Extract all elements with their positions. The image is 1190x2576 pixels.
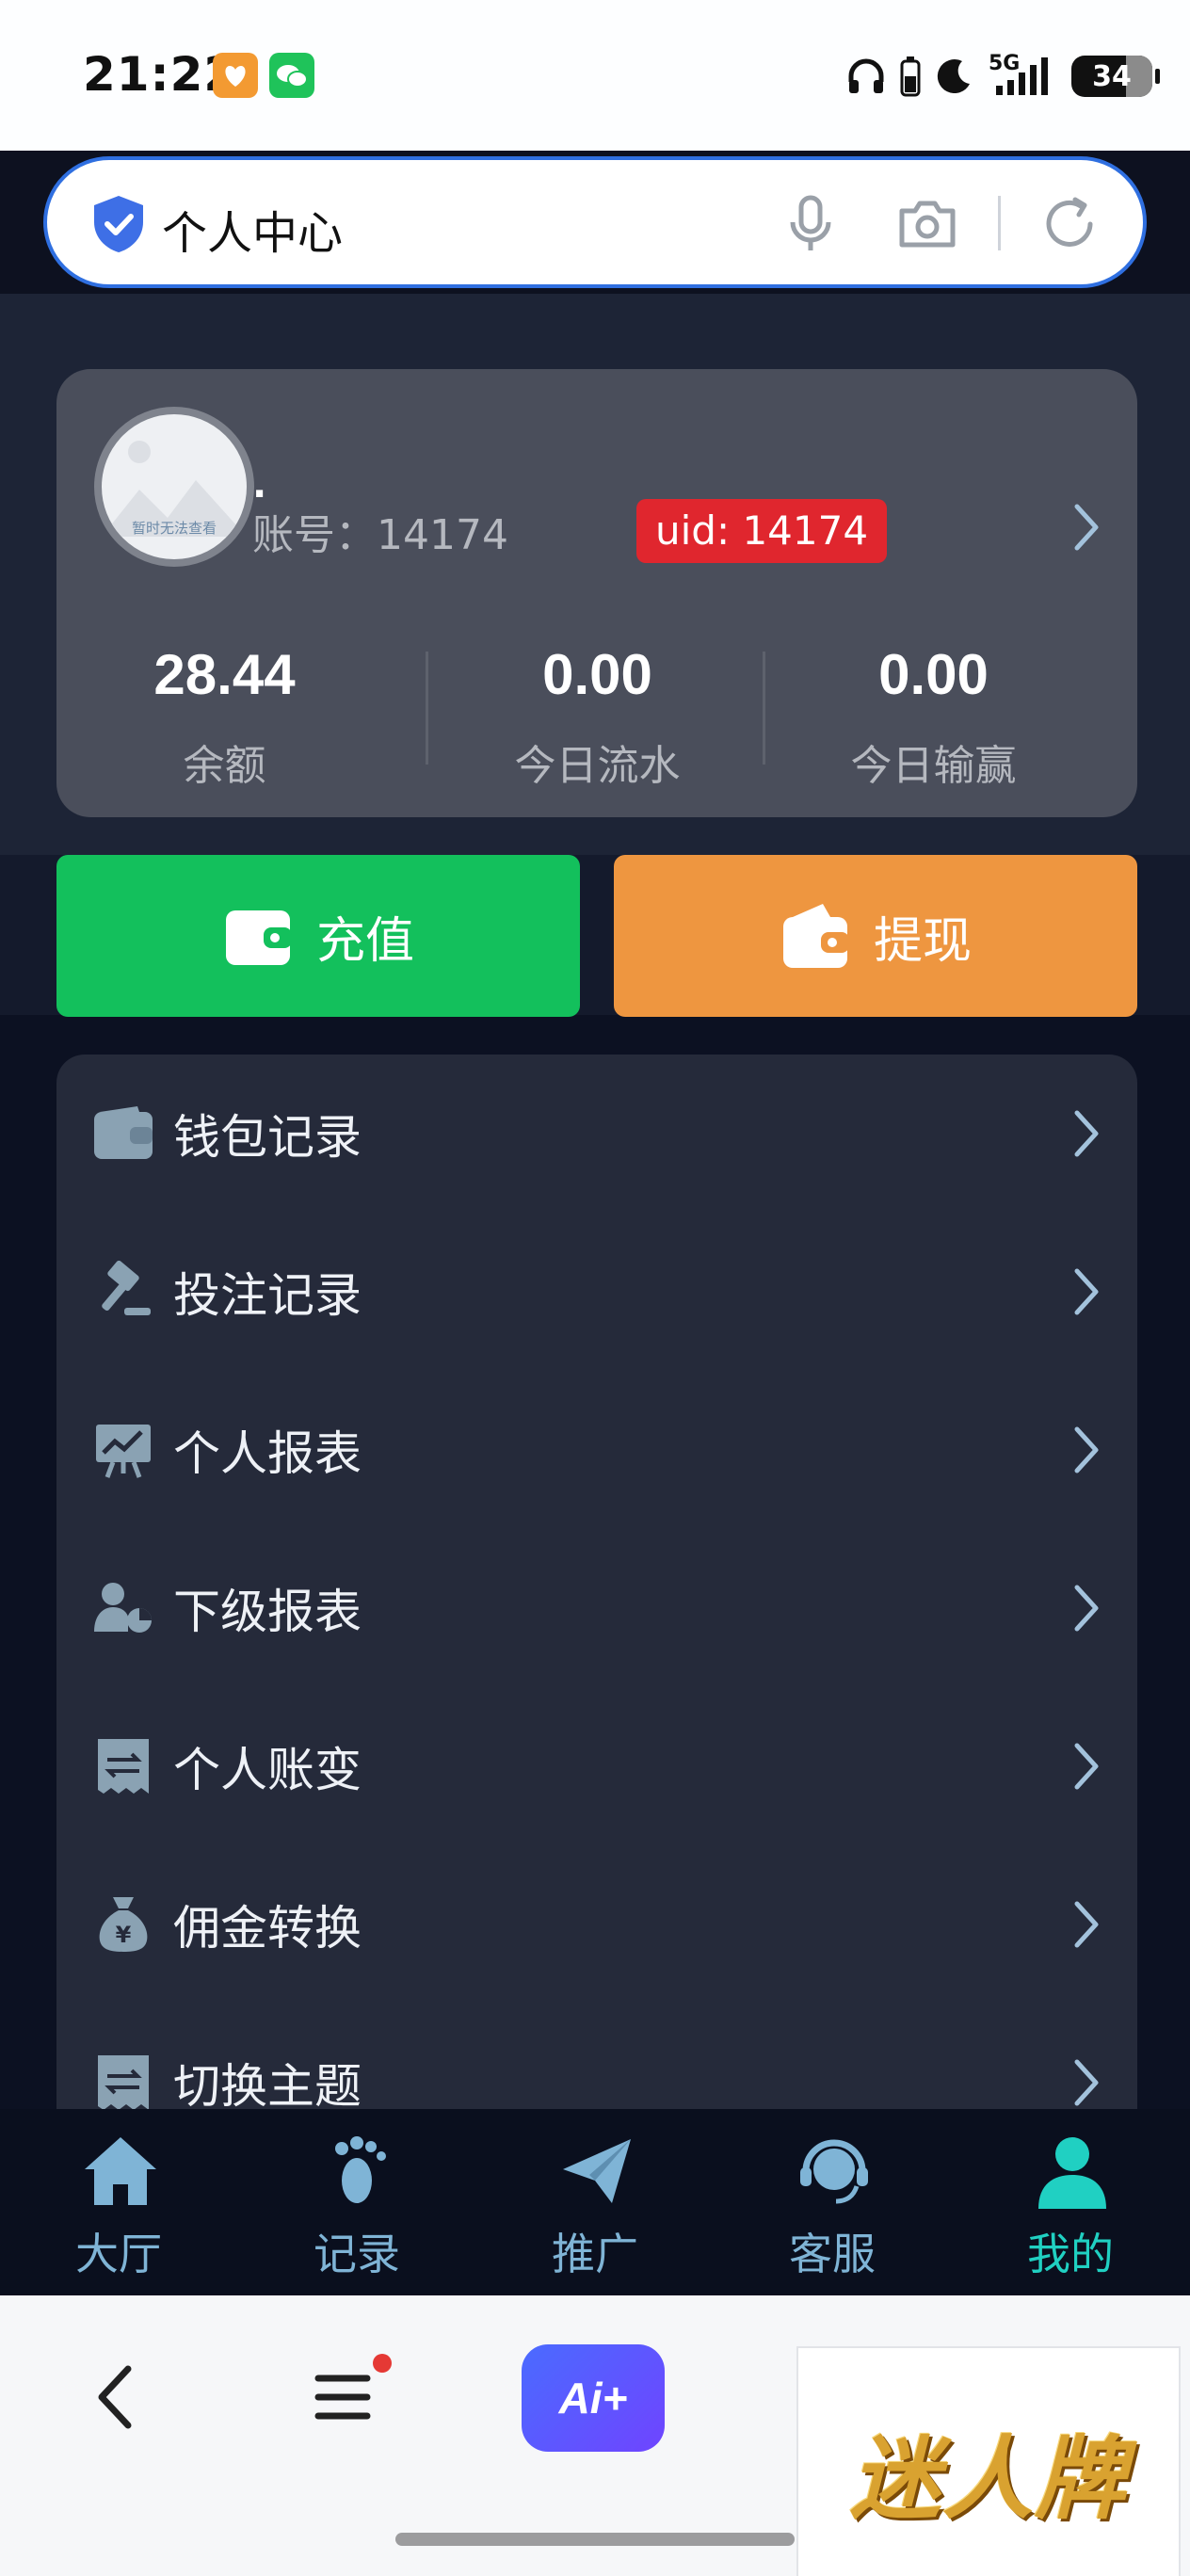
signal-indicator: 5G — [989, 52, 1058, 99]
bottom-tab-bar: 大厅 记录 推广 客服 我的 — [0, 2109, 1190, 2295]
menu-item-wallet-records[interactable]: 钱包记录 — [56, 1055, 1137, 1213]
chart-board-icon — [92, 1419, 154, 1481]
tab-label: 大厅 — [75, 2229, 162, 2279]
money-bag-icon: ¥ — [92, 1893, 154, 1956]
menu-item-subordinate-report[interactable]: 下级报表 — [56, 1529, 1137, 1687]
wallet-icon — [225, 910, 292, 965]
ai-assistant-button[interactable]: Ai+ — [522, 2344, 665, 2452]
menu-item-label: 个人报表 — [173, 1426, 362, 1481]
chevron-right-icon — [1074, 1426, 1099, 1473]
user-icon — [1038, 2137, 1106, 2209]
tab-mine[interactable]: 我的 — [952, 2109, 1189, 2295]
menu-item-switch-theme[interactable]: 切换主题 — [56, 2004, 1137, 2109]
battery-icon: 34 — [1071, 56, 1160, 97]
battery-level: 34 — [1092, 59, 1132, 93]
gavel-icon — [92, 1261, 154, 1323]
withdraw-button[interactable]: 提现 — [614, 855, 1137, 1017]
battery-small-icon — [900, 56, 921, 97]
withdraw-label: 提现 — [873, 912, 972, 970]
wallet-out-icon — [782, 904, 849, 968]
stat-label: 今日输赢 — [850, 742, 1017, 790]
recharge-button[interactable]: 充值 — [56, 855, 580, 1017]
menu-item-label: 下级报表 — [173, 1585, 362, 1639]
divider — [998, 196, 1001, 250]
chevron-right-icon — [1074, 1110, 1099, 1157]
chevron-right-icon — [1074, 1743, 1099, 1790]
chevron-right-icon — [1074, 2059, 1099, 2106]
stat-today-winloss: 0.00 今日输赢 — [765, 642, 1102, 792]
avatar[interactable]: 暂时无法查看 — [94, 407, 254, 567]
signal-icon — [996, 57, 1048, 95]
stat-balance: 28.44 余额 — [56, 642, 393, 792]
recharge-label: 充值 — [315, 912, 414, 970]
headphones-icon — [848, 58, 884, 93]
menu-item-label: 投注记录 — [173, 1268, 362, 1323]
svg-text:¥: ¥ — [116, 1922, 132, 1948]
receipt-icon — [92, 1735, 154, 1797]
tab-customer-service[interactable]: 客服 — [714, 2109, 951, 2295]
notification-dot — [373, 2354, 392, 2373]
uid-badge: uid: 14174 — [636, 499, 888, 563]
page-title: 个人中心 — [162, 207, 344, 260]
home-indicator[interactable] — [395, 2533, 795, 2546]
menu-item-label: 个人账变 — [173, 1743, 362, 1797]
status-bar: 21:22 5G 34 — [0, 0, 1190, 151]
menu-item-label: 切换主题 — [173, 2059, 362, 2109]
footprint-icon — [335, 2136, 386, 2203]
wechat-icon — [269, 53, 314, 98]
browser-bottom-bar: Ai+ 迷人牌 — [0, 2295, 1190, 2576]
tab-promote[interactable]: 推广 — [476, 2109, 714, 2295]
refresh-icon[interactable] — [1039, 194, 1100, 254]
avatar-placeholder-text: 暂时无法查看 — [131, 520, 217, 537]
menu-item-bet-records[interactable]: 投注记录 — [56, 1213, 1137, 1371]
stat-value: 0.00 — [542, 643, 652, 706]
stat-label: 今日流水 — [514, 742, 681, 790]
stat-label: 余额 — [183, 742, 266, 790]
menu-list: 钱包记录 投注记录 个人报表 下级报表 个人账变 ¥ 佣金转换 切换主题 — [56, 1055, 1137, 2109]
stat-divider — [426, 652, 428, 765]
wallet-icon — [92, 1103, 154, 1165]
stat-value: 28.44 — [153, 643, 296, 706]
address-bar[interactable]: 个人中心 — [43, 156, 1147, 288]
chevron-right-icon — [1074, 1901, 1099, 1948]
headset-icon — [800, 2139, 868, 2204]
tab-label: 我的 — [1027, 2229, 1114, 2279]
menu-item-commission-convert[interactable]: ¥ 佣金转换 — [56, 1845, 1137, 2004]
chevron-right-icon — [1074, 1268, 1099, 1315]
microphone-icon[interactable] — [785, 194, 836, 254]
profile-card[interactable]: 暂时无法查看 . 账号：14174 uid: 14174 28.44 余额 0.… — [56, 369, 1137, 817]
user-pie-icon — [92, 1577, 154, 1639]
menu-item-account-changes[interactable]: 个人账变 — [56, 1687, 1137, 1845]
menu-item-label: 钱包记录 — [173, 1110, 362, 1165]
switch-theme-icon — [92, 2052, 154, 2109]
account-number: 账号：14174 — [252, 511, 508, 559]
menu-icon[interactable] — [314, 2369, 371, 2425]
tab-label: 记录 — [314, 2229, 400, 2279]
shield-check-icon — [94, 196, 143, 252]
tab-label: 客服 — [789, 2229, 876, 2279]
camera-icon[interactable] — [896, 194, 958, 254]
brand-logo: 迷人牌 — [796, 2346, 1181, 2576]
tab-label: 推广 — [552, 2229, 638, 2279]
stat-today-turnover: 0.00 今日流水 — [429, 642, 765, 792]
stat-value: 0.00 — [878, 643, 989, 706]
moon-icon — [937, 59, 970, 94]
brand-text: 迷人牌 — [850, 2424, 1127, 2532]
menu-item-label: 佣金转换 — [173, 1901, 362, 1956]
page-content: 暂时无法查看 . 账号：14174 uid: 14174 28.44 余额 0.… — [0, 294, 1190, 2295]
home-icon — [85, 2137, 156, 2205]
menu-item-personal-report[interactable]: 个人报表 — [56, 1371, 1137, 1529]
tab-records[interactable]: 记录 — [238, 2109, 475, 2295]
chevron-right-icon[interactable] — [1071, 501, 1103, 554]
tab-lobby[interactable]: 大厅 — [0, 2109, 237, 2295]
back-icon[interactable] — [90, 2361, 139, 2433]
app-notification-icon — [213, 53, 258, 98]
chevron-right-icon — [1074, 1585, 1099, 1632]
paper-plane-icon — [563, 2139, 631, 2203]
